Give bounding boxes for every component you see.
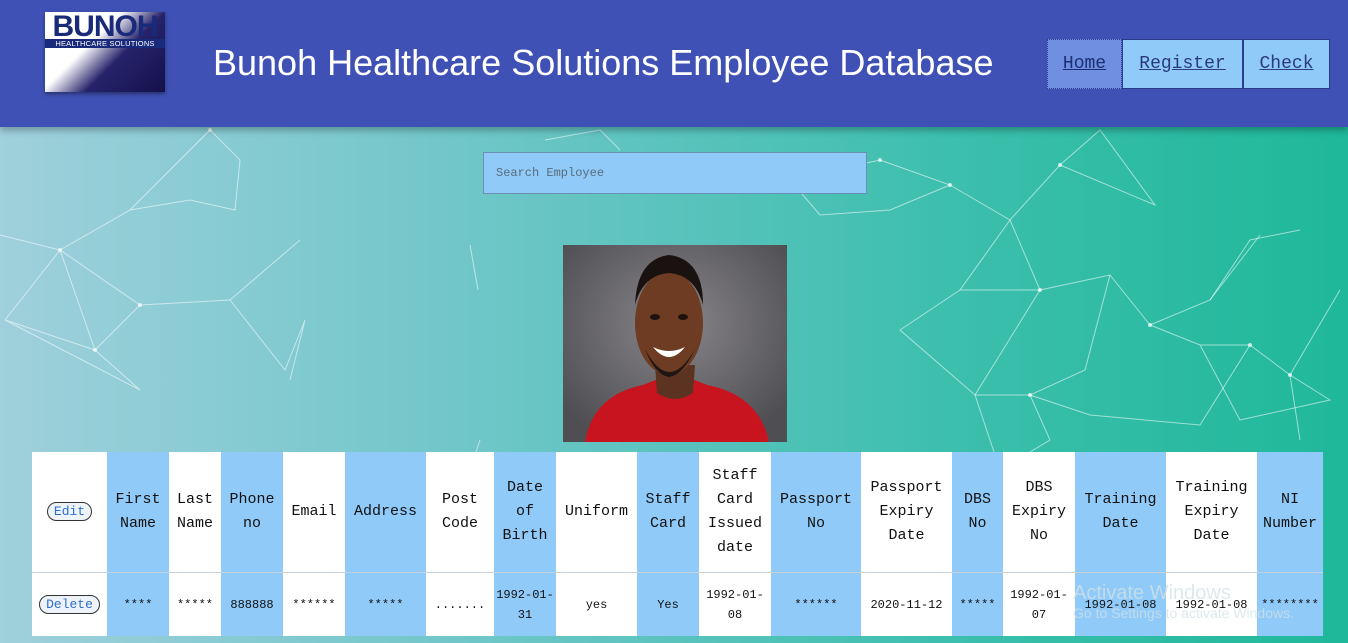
delete-cell: Delete [32,572,107,636]
table-cell: ****** [771,572,861,636]
column-header: Uniform [564,503,628,520]
nav-register-link[interactable]: Register [1122,39,1243,89]
column-header: Post Code [441,491,478,532]
column-header: Passport Expiry Date [870,479,943,544]
edit-cell: Edit [32,452,107,573]
table-cell: yes [556,572,637,636]
column-header: Staff Card Issued date [707,467,762,556]
table-cell: Yes [637,572,699,636]
column-header: Phone no [221,452,283,573]
table-cell: 1992-01-07 [1003,572,1075,636]
table-cell: 1992-01-31 [494,572,556,636]
column-header: DBS No [952,452,1003,573]
delete-button[interactable]: Delete [39,594,100,614]
table-cell: 1992-01-08 [1166,572,1257,636]
table-header-row: Edit First Name Last Name Phone no Email… [32,452,1323,573]
column-header: First Name [107,452,169,573]
column-header: Email [291,503,337,520]
nav-home-link[interactable]: Home [1047,39,1122,89]
table-row: Delete **** ***** 888888 ****** ***** ..… [32,572,1323,636]
edit-button[interactable]: Edit [46,502,93,521]
table-cell: ******** [1257,572,1323,636]
table-cell: 2020-11-12 [861,572,952,636]
site-header: BUNOH HEALTHCARE SOLUTIONS Bunoh Healthc… [0,0,1348,127]
table-cell: ***** [169,572,221,636]
employee-photo [563,245,787,442]
table-cell: ***** [952,572,1003,636]
column-header: Last Name [176,491,213,532]
column-header: NI Number [1257,452,1323,573]
employee-table: Edit First Name Last Name Phone no Email… [32,452,1323,636]
column-header: Address [345,452,426,573]
search-employee-input[interactable] [483,152,867,194]
table-cell: ****** [283,572,345,636]
column-header: Staff Card [637,452,699,573]
page-title: Bunoh Healthcare Solutions Employee Data… [213,42,994,83]
column-header: Training Date [1075,452,1166,573]
table-cell: ***** [345,572,426,636]
main-nav: Home Register Check [1047,39,1330,89]
table-cell: 1992-01-08 [699,572,771,636]
table-cell: 1992-01-08 [1075,572,1166,636]
table-cell: 888888 [221,572,283,636]
column-header: Date of Birth [494,452,556,573]
column-header: Passport No [771,452,861,573]
column-header: DBS Expiry No [1011,479,1066,544]
table-cell: **** [107,572,169,636]
column-header: Training Expiry Date [1175,479,1248,544]
logo-subtext: HEALTHCARE SOLUTIONS [45,39,165,48]
table-cell: ....... [426,572,494,636]
company-logo[interactable]: BUNOH HEALTHCARE SOLUTIONS [45,10,165,92]
nav-check-link[interactable]: Check [1243,39,1330,89]
